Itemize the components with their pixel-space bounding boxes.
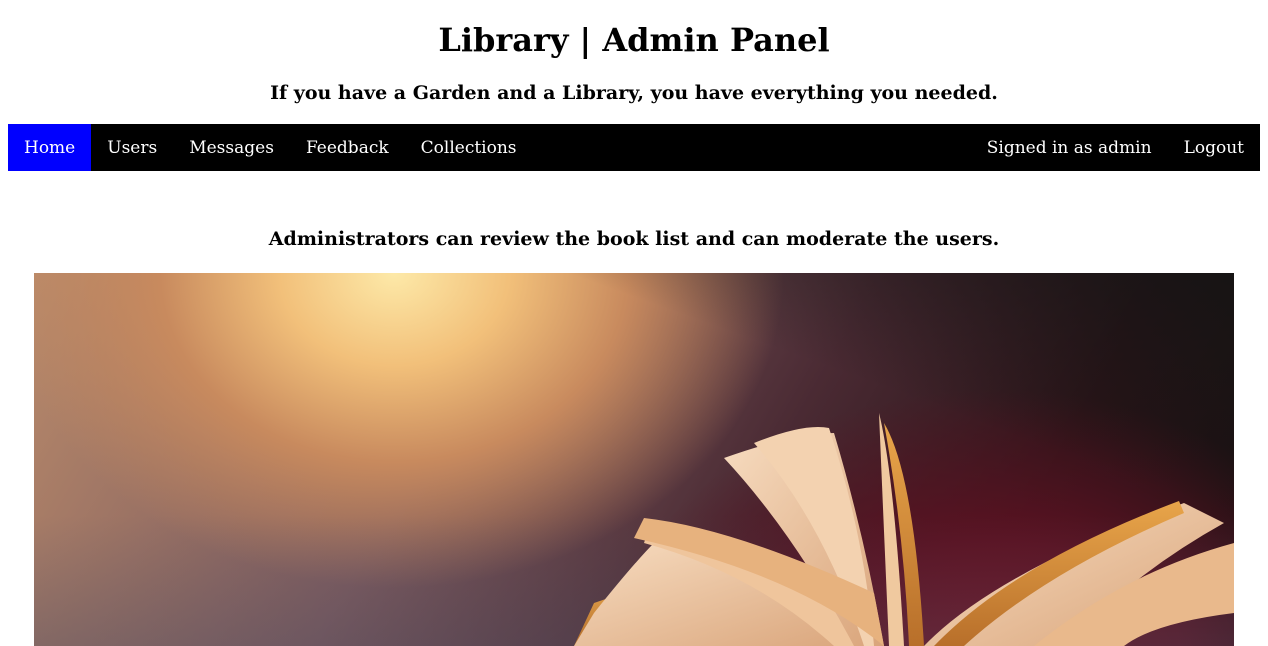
nav-left: Home Users Messages Feedback Collections xyxy=(8,124,533,171)
page-title: Library | Admin Panel xyxy=(438,21,830,59)
tagline: If you have a Garden and a Library, you … xyxy=(270,82,998,104)
open-book-illustration xyxy=(574,413,1234,646)
nav-item-home[interactable]: Home xyxy=(8,124,92,171)
signed-in-status[interactable]: Signed in as admin xyxy=(971,124,1168,171)
nav-right: Signed in as admin Logout xyxy=(971,124,1260,171)
navbar: Home Users Messages Feedback Collections… xyxy=(8,124,1260,171)
nav-item-users[interactable]: Users xyxy=(91,124,173,171)
logout-link[interactable]: Logout xyxy=(1168,124,1260,171)
nav-item-messages[interactable]: Messages xyxy=(173,124,290,171)
hero-book-image xyxy=(34,273,1234,646)
nav-item-collections[interactable]: Collections xyxy=(405,124,533,171)
nav-item-feedback[interactable]: Feedback xyxy=(290,124,405,171)
intro-text: Administrators can review the book list … xyxy=(268,228,1000,250)
